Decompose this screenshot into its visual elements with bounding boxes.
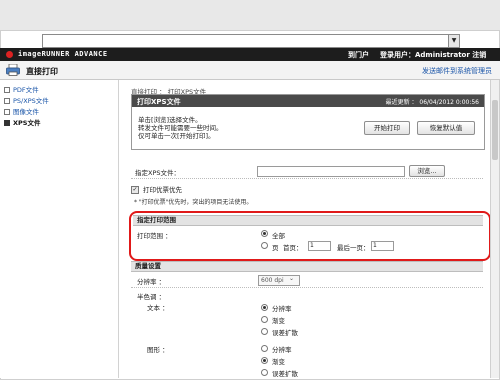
printer-icon <box>6 64 20 76</box>
bullet-icon <box>4 109 10 115</box>
graphics-gradation-radio[interactable] <box>261 357 268 364</box>
text-gradation-label: 渐变 <box>272 317 285 325</box>
divider <box>131 287 483 288</box>
scrollbar-thumb[interactable] <box>492 100 498 160</box>
graphics-label: 图形 ： <box>147 346 169 354</box>
sidebar-item-image[interactable]: 图像文件 <box>4 106 39 116</box>
login-user-info[interactable]: 登录用户：Administrator 注销 <box>380 50 486 60</box>
quality-header: 质量设置 <box>131 261 483 272</box>
panel-header: 打印XPS文件 最近更新 ： 06/04/2012 0:00:56 <box>132 95 484 107</box>
first-page-label: 首页： <box>283 244 303 252</box>
bullet-icon <box>4 120 10 126</box>
chevron-down-icon: ⌄ <box>289 275 295 282</box>
restore-defaults-button[interactable]: 恢复默认值 <box>417 121 475 135</box>
bullet-icon <box>4 98 10 104</box>
brand-bar: imageRUNNER ADVANCE 到门户 登录用户：Administrat… <box>0 48 500 61</box>
canon-logo-icon <box>6 51 13 58</box>
browser-toolbar <box>0 0 500 31</box>
text-label: 文本 ： <box>147 304 169 312</box>
priority-row: ✓ 打印优票优先 <box>131 184 182 194</box>
file-path-input[interactable] <box>257 166 405 177</box>
address-bar[interactable] <box>42 34 457 48</box>
halftone-label: 半色调 ： <box>137 293 166 301</box>
text-diffusion-radio[interactable] <box>261 328 268 335</box>
text-gradation-radio[interactable] <box>261 316 268 323</box>
portal-link[interactable]: 到门户 <box>348 50 369 60</box>
text-resolution-radio[interactable] <box>261 304 268 311</box>
text-diffusion-label: 误差扩散 <box>272 329 298 337</box>
graphics-gradation-label: 渐变 <box>272 358 285 366</box>
range-pages-label: 页 <box>272 244 279 252</box>
main-content: 直接打印 ： 打印XPS文件 打印XPS文件 最近更新 ： 06/04/2012… <box>121 80 495 378</box>
brand-name: imageRUNNER ADVANCE <box>18 50 108 58</box>
sidebar-item-pdf[interactable]: PDF文件 <box>4 84 39 94</box>
graphics-diffusion-radio[interactable] <box>261 369 268 376</box>
last-page-label: 最后一页： <box>337 244 370 252</box>
file-row: 指定XPS文件： 浏览... <box>131 164 483 179</box>
graphics-resolution-radio[interactable] <box>261 345 268 352</box>
range-pages-radio[interactable] <box>261 242 268 249</box>
sidebar-item-xps[interactable]: XPS文件 <box>4 117 40 127</box>
first-page-input[interactable]: 1 <box>308 241 331 251</box>
admin-mail-link[interactable]: 发送邮件到系统管理员 <box>422 66 492 76</box>
vertical-scrollbar[interactable] <box>490 80 499 378</box>
print-panel: 打印XPS文件 最近更新 ： 06/04/2012 0:00:56 单击[浏览]… <box>131 94 485 150</box>
address-dropdown-button[interactable]: ▼ <box>448 34 460 48</box>
file-label: 指定XPS文件： <box>135 169 180 177</box>
resolution-label: 分辨率 ： <box>137 278 166 286</box>
priority-checkbox[interactable]: ✓ <box>131 186 139 194</box>
text-resolution-label: 分辨率 <box>272 305 292 313</box>
graphics-diffusion-label: 误差扩散 <box>272 370 298 378</box>
range-all-radio[interactable] <box>261 230 268 237</box>
priority-note: * "打印优票"优先时，突出的项目无法使用。 <box>134 199 253 206</box>
print-range-label: 打印范围 ： <box>137 232 172 240</box>
sidebar-item-ps-xps[interactable]: PS/XPS文件 <box>4 95 49 105</box>
instructions: 单击[浏览]选择文件。 转发文件可能需要一些时间。 仅可单击一次[开始打印]。 <box>138 116 223 140</box>
print-range-header: 指定打印范围 <box>133 215 483 226</box>
sidebar: PDF文件 PS/XPS文件 图像文件 XPS文件 <box>0 80 119 378</box>
graphics-resolution-label: 分辨率 <box>272 346 292 354</box>
panel-title: 打印XPS文件 <box>137 98 181 106</box>
page-header: 直接打印 发送邮件到系统管理员 <box>0 61 500 80</box>
range-all-label: 全部 <box>272 232 285 240</box>
page-title: 直接打印 <box>26 67 58 76</box>
start-print-button[interactable]: 开始打印 <box>364 121 410 135</box>
priority-label: 打印优票优先 <box>143 186 182 194</box>
browse-button[interactable]: 浏览... <box>409 165 445 177</box>
last-updated: 最近更新 ： 06/04/2012 0:00:56 <box>385 99 479 106</box>
bullet-icon <box>4 87 10 93</box>
last-page-input[interactable]: 1 <box>371 241 394 251</box>
